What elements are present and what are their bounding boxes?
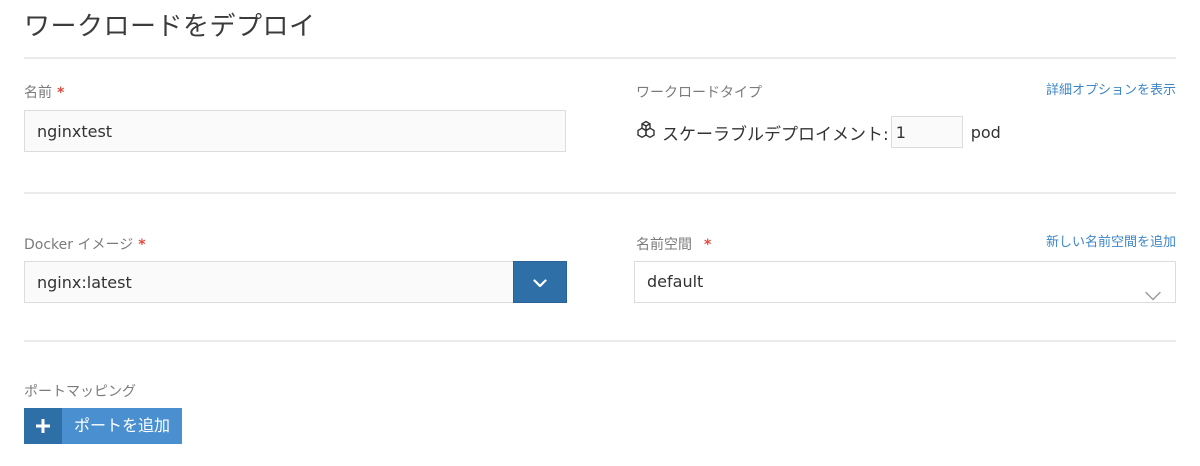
scalable-deployment-label: スケーラブルデプロイメント:	[662, 124, 889, 145]
name-label: 名前 *	[24, 82, 64, 102]
show-advanced-options-link[interactable]: 詳細オプションを表示	[1046, 79, 1176, 98]
plus-icon	[24, 408, 62, 444]
port-mapping-label: ポートマッピング	[24, 384, 136, 400]
add-port-button-label: ポートを追加	[62, 408, 183, 444]
scalable-deployment-icon	[636, 120, 656, 144]
chevron-down-icon	[533, 273, 547, 292]
docker-image-input[interactable]	[24, 261, 514, 303]
name-label-text: 名前	[24, 85, 52, 101]
name-input[interactable]	[24, 110, 566, 152]
required-mark: *	[704, 237, 712, 253]
replicas-input[interactable]	[890, 116, 963, 148]
namespace-select[interactable]: default	[634, 261, 1176, 303]
docker-image-label: Docker イメージ *	[24, 234, 146, 254]
add-port-button[interactable]: ポートを追加	[24, 408, 183, 444]
required-mark: *	[138, 237, 146, 253]
namespace-label: 名前空間 *	[636, 234, 711, 254]
add-namespace-link[interactable]: 新しい名前空間を追加	[1046, 231, 1176, 250]
divider	[24, 192, 1176, 194]
workload-type-label: ワークロードタイプ	[636, 85, 762, 101]
page-title: ワークロードをデプロイ	[24, 12, 316, 42]
chevron-down-icon	[1145, 276, 1161, 316]
required-mark: *	[57, 85, 65, 101]
namespace-selected-value: default	[647, 272, 704, 291]
namespace-label-text: 名前空間	[636, 237, 692, 253]
docker-image-dropdown-button[interactable]	[513, 261, 567, 303]
divider	[24, 57, 1176, 59]
replicas-unit: pod	[970, 122, 1001, 142]
scalable-deployment-option[interactable]: スケーラブルデプロイメント: pod	[636, 116, 1001, 148]
docker-image-label-text: Docker イメージ	[24, 237, 134, 253]
divider	[24, 340, 1176, 342]
